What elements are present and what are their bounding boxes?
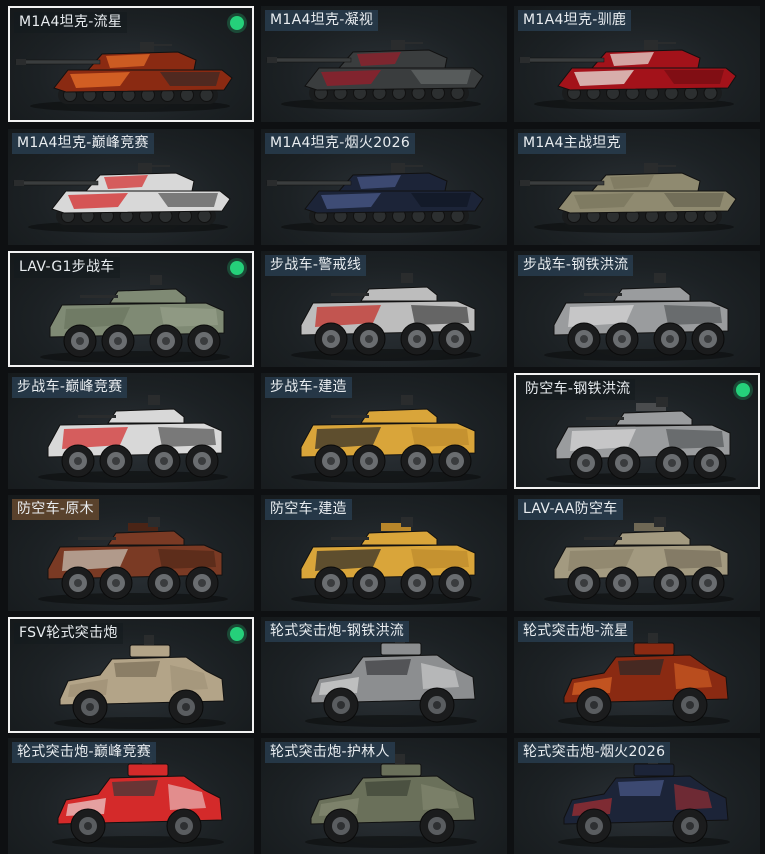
armored-car-silhouette bbox=[558, 754, 730, 848]
armored-car-silhouette bbox=[558, 633, 730, 727]
vehicle-skin-name: M1A4坦克-驯鹿 bbox=[518, 10, 632, 31]
ifv-silhouette bbox=[40, 275, 230, 363]
vehicle-skin-card[interactable]: 轮式突击炮-流星 bbox=[514, 617, 760, 733]
equipped-indicator-icon bbox=[230, 16, 244, 30]
vehicle-skin-card[interactable]: M1A4坦克-烟火2026 bbox=[261, 129, 507, 245]
vehicle-skin-name: M1A4坦克-巅峰竞赛 bbox=[12, 133, 154, 154]
aa-vehicle-silhouette bbox=[291, 517, 481, 605]
aa-vehicle-silhouette bbox=[546, 397, 736, 485]
vehicle-skin-name: LAV-G1步战车 bbox=[14, 257, 120, 278]
armored-car-silhouette bbox=[305, 754, 477, 848]
equipped-indicator-icon bbox=[230, 627, 244, 641]
equipped-indicator-icon bbox=[736, 383, 750, 397]
vehicle-skin-card[interactable]: 步战车-巅峰竞赛 bbox=[8, 373, 254, 489]
vehicle-skin-card[interactable]: 步战车-建造 bbox=[261, 373, 507, 489]
vehicle-skin-name: LAV-AA防空车 bbox=[518, 499, 623, 520]
vehicle-skin-card[interactable]: 轮式突击炮-护林人 bbox=[261, 738, 507, 854]
vehicle-skin-card[interactable]: LAV-G1步战车 bbox=[8, 251, 254, 367]
vehicle-skin-name: 步战车-巅峰竞赛 bbox=[12, 377, 128, 398]
tank-silhouette bbox=[13, 163, 231, 233]
aa-vehicle-silhouette bbox=[544, 517, 734, 605]
vehicle-skin-card[interactable]: 步战车-钢铁洪流 bbox=[514, 251, 760, 367]
aa-vehicle-silhouette bbox=[38, 517, 228, 605]
vehicle-skin-card[interactable]: M1A4坦克-凝视 bbox=[261, 6, 507, 122]
vehicle-skin-card[interactable]: 步战车-警戒线 bbox=[261, 251, 507, 367]
vehicle-skin-name: M1A4坦克-凝视 bbox=[265, 10, 379, 31]
vehicle-skin-card[interactable]: 防空车-钢铁洪流 bbox=[514, 373, 760, 489]
vehicle-skin-name: 防空车-建造 bbox=[265, 499, 352, 520]
vehicle-skin-name: 轮式突击炮-护林人 bbox=[265, 742, 395, 763]
vehicle-skin-card[interactable]: M1A4主战坦克 bbox=[514, 129, 760, 245]
vehicle-skin-name: 防空车-钢铁洪流 bbox=[520, 379, 636, 400]
tank-silhouette bbox=[266, 163, 484, 233]
armored-car-silhouette bbox=[52, 754, 224, 848]
vehicle-skin-name: 步战车-警戒线 bbox=[265, 255, 367, 276]
vehicle-skin-card[interactable]: M1A4坦克-巅峰竞赛 bbox=[8, 129, 254, 245]
vehicle-skin-name: M1A4主战坦克 bbox=[518, 133, 626, 154]
armored-car-silhouette bbox=[305, 633, 477, 727]
tank-silhouette bbox=[266, 40, 484, 110]
ifv-silhouette bbox=[544, 273, 734, 361]
ifv-silhouette bbox=[291, 395, 481, 483]
vehicle-skin-card[interactable]: 防空车-原木 bbox=[8, 495, 254, 611]
equipped-indicator-icon bbox=[230, 261, 244, 275]
tank-silhouette bbox=[519, 163, 737, 233]
vehicle-skin-grid: M1A4坦克-流星 M1A4坦克-凝视 M1A4坦克-驯鹿 M1A4坦克-巅峰竞赛 M1… bbox=[0, 0, 765, 854]
vehicle-skin-name: 防空车-原木 bbox=[12, 499, 99, 520]
vehicle-skin-card[interactable]: 轮式突击炮-烟火2026 bbox=[514, 738, 760, 854]
vehicle-skin-card[interactable]: 防空车-建造 bbox=[261, 495, 507, 611]
vehicle-skin-card[interactable]: M1A4坦克-流星 bbox=[8, 6, 254, 122]
armored-car-silhouette bbox=[54, 635, 226, 729]
tank-silhouette bbox=[15, 42, 233, 112]
ifv-silhouette bbox=[38, 395, 228, 483]
vehicle-skin-name: 轮式突击炮-烟火2026 bbox=[518, 742, 671, 763]
vehicle-skin-card[interactable]: FSV轮式突击炮 bbox=[8, 617, 254, 733]
vehicle-skin-name: 步战车-钢铁洪流 bbox=[518, 255, 634, 276]
vehicle-skin-card[interactable]: 轮式突击炮-巅峰竞赛 bbox=[8, 738, 254, 854]
vehicle-skin-name: FSV轮式突击炮 bbox=[14, 623, 123, 644]
vehicle-skin-name: 轮式突击炮-流星 bbox=[518, 621, 634, 642]
tank-silhouette bbox=[519, 40, 737, 110]
vehicle-skin-name: 轮式突击炮-巅峰竞赛 bbox=[12, 742, 157, 763]
vehicle-skin-name: 轮式突击炮-钢铁洪流 bbox=[265, 621, 410, 642]
vehicle-skin-card[interactable]: LAV-AA防空车 bbox=[514, 495, 760, 611]
ifv-silhouette bbox=[291, 273, 481, 361]
vehicle-skin-card[interactable]: M1A4坦克-驯鹿 bbox=[514, 6, 760, 122]
vehicle-skin-name: 步战车-建造 bbox=[265, 377, 352, 398]
vehicle-skin-name: M1A4坦克-烟火2026 bbox=[265, 133, 416, 154]
vehicle-skin-card[interactable]: 轮式突击炮-钢铁洪流 bbox=[261, 617, 507, 733]
vehicle-skin-name: M1A4坦克-流星 bbox=[14, 12, 128, 33]
